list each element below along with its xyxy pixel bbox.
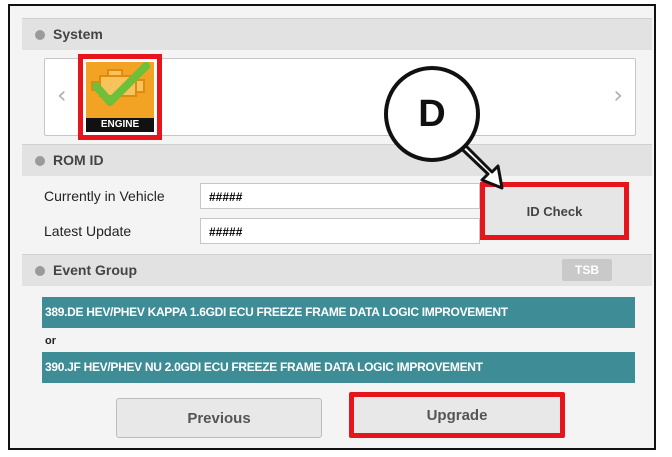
or-separator: or	[45, 335, 56, 347]
latest-update-field: #####	[200, 218, 480, 244]
tsb-button[interactable]: TSB	[562, 259, 612, 281]
carousel-left-arrow-icon[interactable]: ‹	[57, 81, 67, 109]
upgrade-label: Upgrade	[354, 397, 560, 433]
engine-check-icon	[91, 62, 150, 106]
latest-update-label: Latest Update	[44, 223, 132, 239]
currently-in-vehicle-label: Currently in Vehicle	[44, 188, 165, 204]
upgrade-button[interactable]: Upgrade	[349, 392, 565, 438]
callout-d: D	[384, 66, 480, 162]
bullet-icon	[35, 266, 45, 276]
event-group-section-header: Event Group	[22, 254, 652, 286]
event-item-389[interactable]: 389.DE HEV/PHEV KAPPA 1.6GDI ECU FREEZE …	[42, 297, 635, 328]
engine-label: ENGINE	[86, 118, 154, 132]
carousel-right-arrow-icon[interactable]: ›	[613, 81, 623, 109]
previous-button[interactable]: Previous	[116, 398, 322, 438]
event-item-390[interactable]: 390.JF HEV/PHEV NU 2.0GDI ECU FREEZE FRA…	[42, 352, 635, 383]
engine-system-tile[interactable]: ENGINE	[78, 54, 162, 140]
engine-icon	[86, 62, 154, 122]
system-section-header: System	[22, 18, 652, 50]
event-group-title: Event Group	[53, 262, 138, 278]
rom-id-section-header: ROM ID	[22, 144, 652, 176]
currently-in-vehicle-field: #####	[200, 183, 480, 209]
rom-id-title: ROM ID	[53, 152, 104, 168]
bullet-icon	[35, 156, 45, 166]
system-title: System	[53, 26, 103, 42]
bullet-icon	[35, 30, 45, 40]
